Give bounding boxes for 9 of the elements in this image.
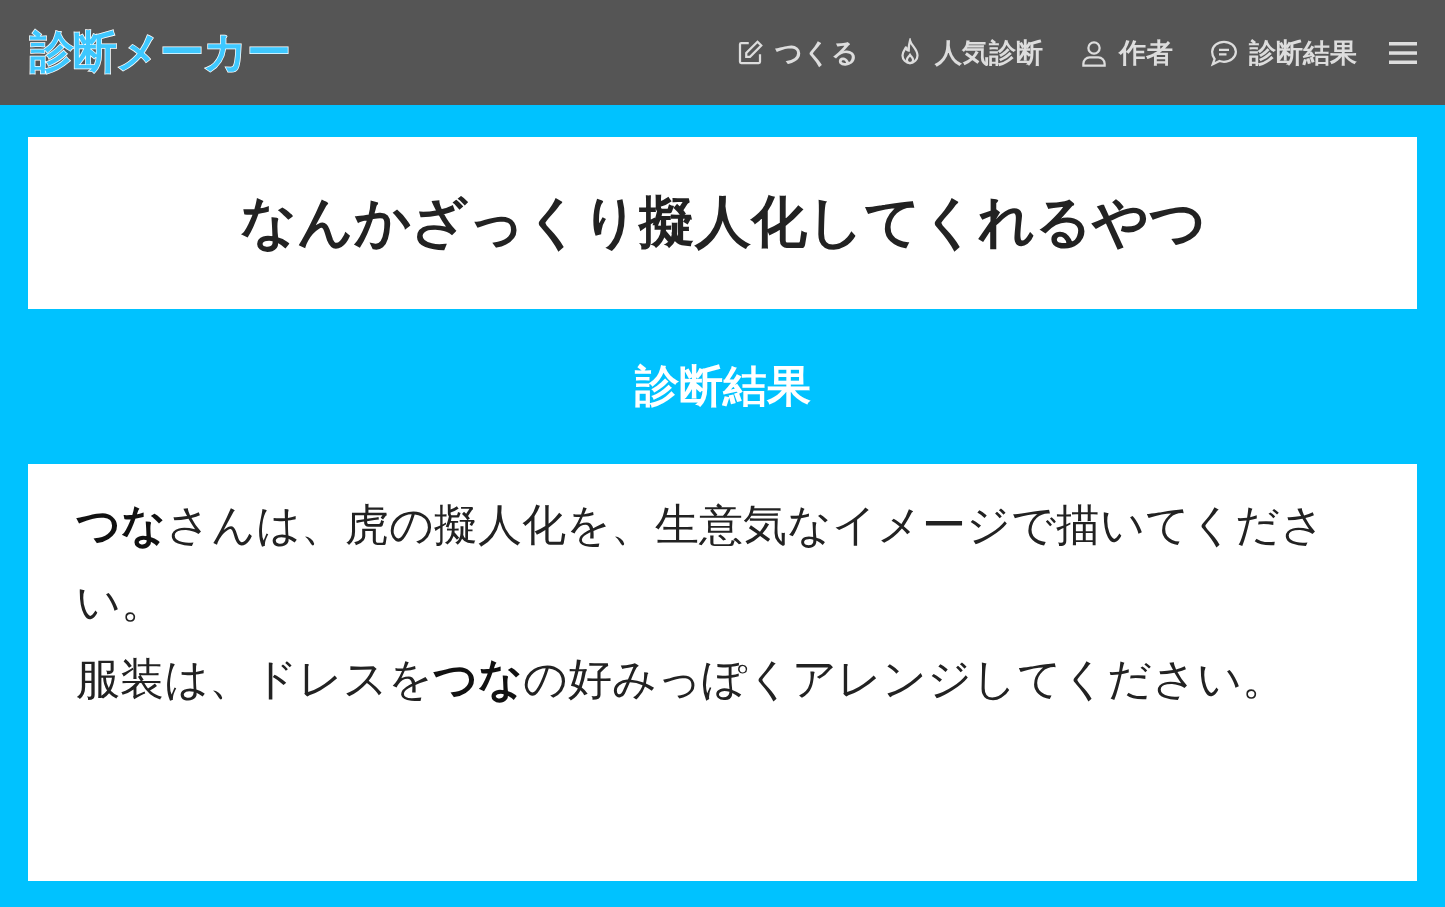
nav-link[interactable]: つくる [735, 34, 859, 71]
result-text: つなさんは、虎の擬人化を、生意気なイメージで描いてください。 [76, 498, 1326, 629]
result-text: 服装は、ドレスをつなの好みっぽくアレンジしてください。 [76, 652, 1287, 706]
nav-link[interactable]: 作者 [1079, 34, 1173, 71]
site-logo[interactable]: 診断メーカー [30, 23, 290, 82]
nav-link[interactable]: 人気診断 [895, 34, 1043, 71]
page-title: なんかざっくり擬人化してくれるやつ [239, 188, 1206, 256]
nav-link[interactable]: 診断結果 [1209, 34, 1357, 71]
section-heading: 診断結果 [634, 359, 811, 413]
